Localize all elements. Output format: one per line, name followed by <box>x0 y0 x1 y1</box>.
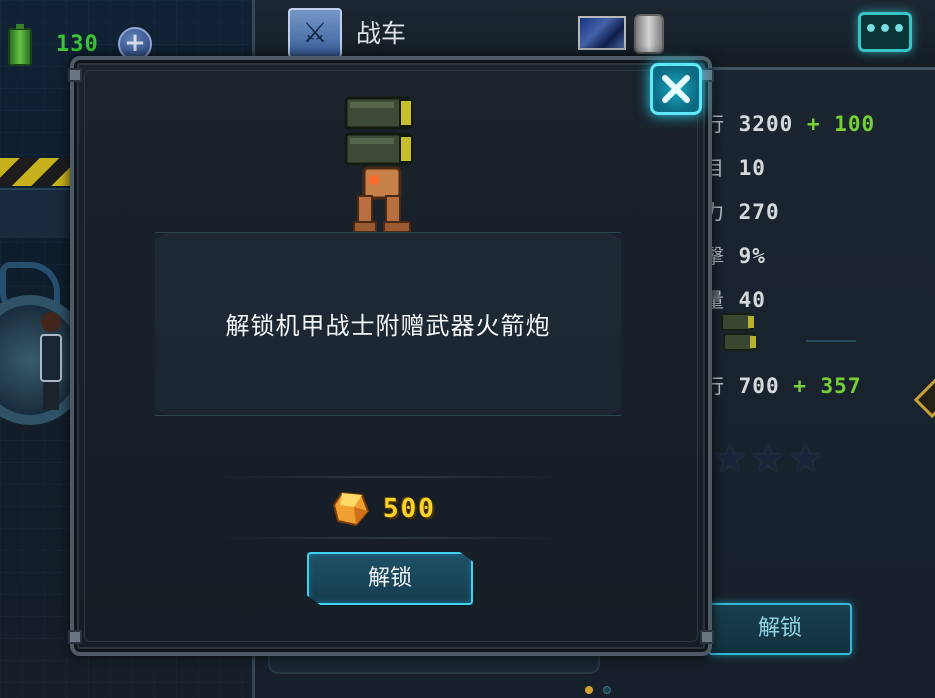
gold-gem-icon <box>332 491 370 527</box>
unlock-button[interactable]: 解锁 <box>307 552 473 605</box>
description-border-bottom <box>155 415 621 416</box>
divider <box>215 476 565 478</box>
description-border-top <box>155 232 621 233</box>
unlock-description: 解锁机甲战士附赠武器火箭炮 <box>225 312 551 340</box>
close-button[interactable] <box>650 63 702 115</box>
divider <box>215 537 565 539</box>
close-icon <box>662 75 690 103</box>
rocket-launcher-mech-icon <box>344 96 413 233</box>
unlock-price: 500 <box>383 494 436 524</box>
